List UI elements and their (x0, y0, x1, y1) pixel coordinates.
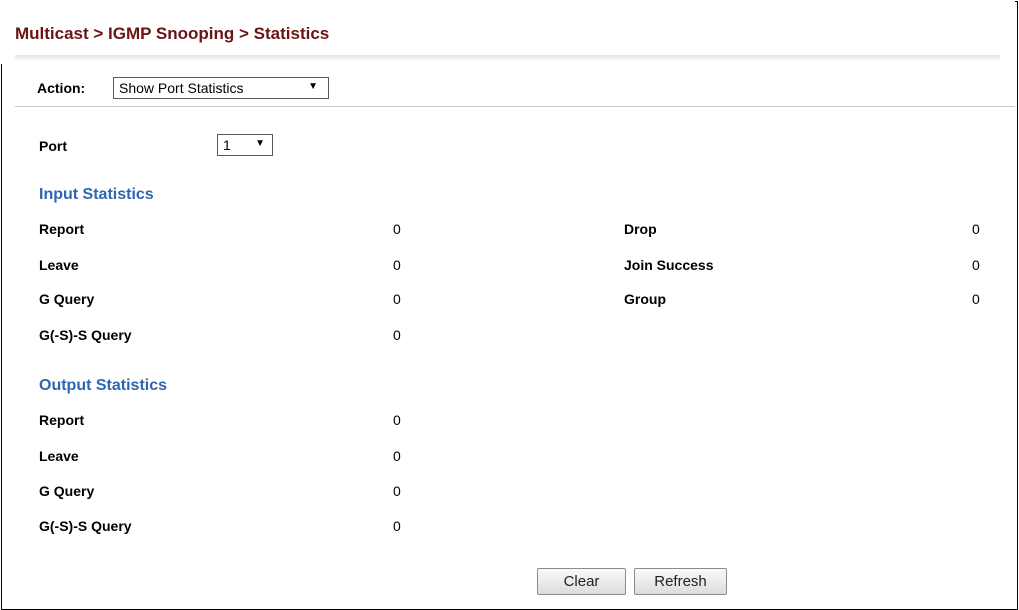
port-label: Port (39, 138, 67, 154)
input-join-success-label: Join Success (624, 257, 714, 273)
dropdown-arrow-icon: ▼ (308, 81, 318, 92)
port-select[interactable]: 1 ▼ (217, 134, 273, 156)
input-join-success-value: 0 (972, 257, 980, 273)
output-g-query-value: 0 (393, 483, 401, 499)
dropdown-arrow-icon: ▼ (255, 138, 265, 149)
input-report-label: Report (39, 221, 85, 237)
title-bar: Multicast > IGMP Snooping > Statistics (0, 0, 1015, 64)
output-leave-value: 0 (393, 448, 401, 464)
input-gs-s-query-label: G(-S)-S Query (39, 327, 132, 343)
output-leave-label: Leave (39, 448, 79, 464)
input-leave-label: Leave (39, 257, 79, 273)
action-select[interactable]: Show Port Statistics ▼ (113, 77, 329, 99)
refresh-button[interactable]: Refresh (634, 568, 727, 595)
output-gs-s-query-label: G(-S)-S Query (39, 518, 132, 534)
output-statistics-title: Output Statistics (39, 377, 168, 394)
output-g-query-label: G Query (39, 483, 95, 499)
input-drop-label: Drop (624, 221, 657, 237)
input-drop-value: 0 (972, 221, 980, 237)
input-report-value: 0 (393, 221, 401, 237)
output-gs-s-query-value: 0 (393, 518, 401, 534)
input-g-query-value: 0 (393, 291, 401, 307)
action-row: Action: Show Port Statistics ▼ (15, 66, 1015, 107)
clear-button[interactable]: Clear (537, 568, 626, 595)
port-select-value: 1 (223, 137, 231, 153)
input-gs-s-query-value: 0 (393, 327, 401, 343)
input-statistics-title: Input Statistics (39, 186, 154, 203)
input-group-label: Group (624, 291, 666, 307)
page-title: Multicast > IGMP Snooping > Statistics (15, 24, 330, 43)
input-leave-value: 0 (393, 257, 401, 273)
action-label: Action: (37, 80, 86, 96)
output-report-label: Report (39, 412, 85, 428)
title-divider (15, 55, 1000, 61)
input-group-value: 0 (972, 291, 980, 307)
input-g-query-label: G Query (39, 291, 95, 307)
action-select-value: Show Port Statistics (119, 80, 244, 96)
output-report-value: 0 (393, 412, 401, 428)
